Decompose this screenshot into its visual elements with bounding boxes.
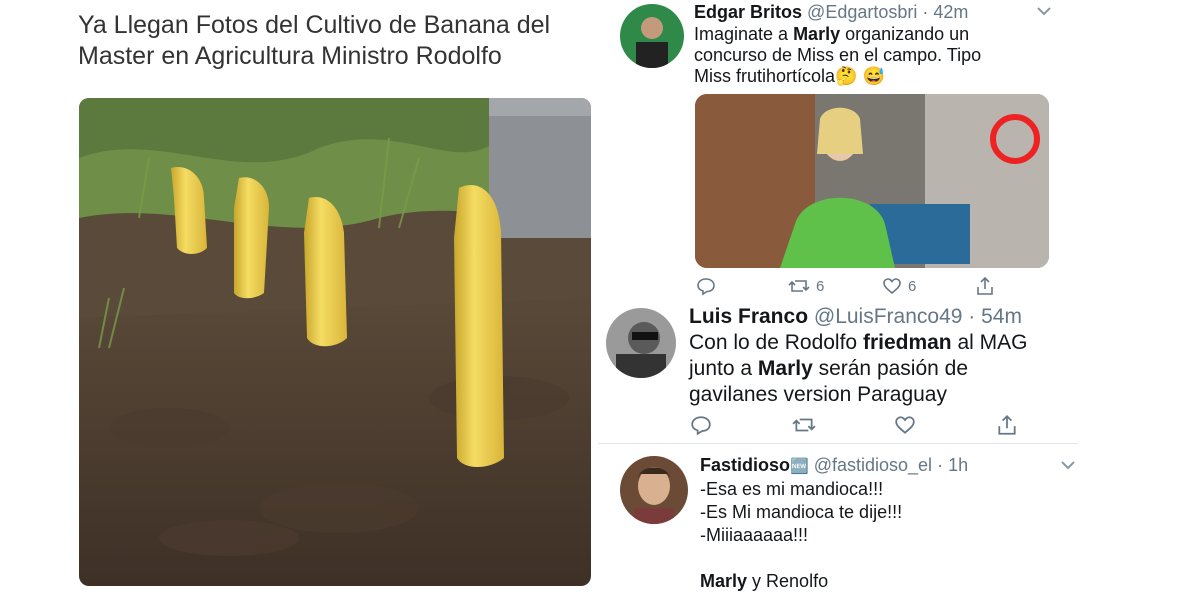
text: Imaginate a (694, 24, 794, 44)
text: -Miiiaaaaaa!!! (700, 525, 809, 545)
timestamp[interactable]: · 54m (968, 305, 1022, 328)
emoji: 🤔 😅 (835, 66, 885, 86)
text: y Renolfo (747, 571, 829, 591)
timestamp[interactable]: · 42m (922, 2, 968, 22)
meme-title-line1: Ya Llegan Fotos del Cultivo de Banana de… (78, 11, 551, 39)
timestamp[interactable]: · 1h (937, 455, 968, 475)
chevron-down-icon[interactable] (1060, 458, 1076, 474)
text: gavilanes version Paraguay (689, 383, 947, 406)
text: -Es Mi mandioca te dije!!! (700, 502, 903, 522)
text: organizando un (840, 24, 970, 44)
retweet-icon (792, 418, 816, 432)
text: junto a (689, 357, 758, 380)
like-icon (895, 416, 915, 434)
like-button[interactable]: 6 (882, 276, 916, 296)
banana-crop-photo (79, 98, 591, 586)
mention-bold: Marly (700, 571, 748, 591)
reply-icon (697, 278, 715, 296)
user-name[interactable]: Fastidioso (700, 455, 790, 475)
user-name[interactable]: Edgar Britos (694, 2, 802, 22)
tweet-text: Con lo de Rodolfo friedman al MAG junto … (689, 330, 1069, 408)
text: Con lo de Rodolfo (689, 331, 863, 354)
like-count: 6 (908, 277, 917, 295)
share-button[interactable] (996, 414, 1018, 436)
user-name[interactable]: Luis Franco (689, 305, 808, 328)
share-icon (977, 276, 993, 295)
avatar[interactable] (620, 4, 684, 68)
tweet-header: Fastidioso🆕 @fastidioso_el · 1h (700, 455, 968, 476)
new-badge: 🆕 (790, 458, 809, 475)
tweet-media-image[interactable] (695, 94, 1049, 268)
share-button[interactable] (975, 276, 995, 296)
reply-button[interactable] (696, 276, 716, 296)
retweet-button[interactable]: 6 (788, 276, 824, 296)
text: concurso de Miss en el campo. Tipo (694, 45, 982, 65)
avatar[interactable] (606, 308, 676, 378)
text: -Esa es mi mandioca!!! (700, 479, 884, 499)
like-icon (883, 278, 901, 295)
mention-bold: Marly (757, 357, 813, 380)
meme-title-line2: Master en Agricultura Ministro Rodolfo (78, 42, 502, 70)
divider (598, 443, 1078, 444)
text: al MAG (951, 331, 1028, 354)
reply-button[interactable] (690, 414, 712, 436)
chevron-down-icon[interactable] (1036, 4, 1052, 20)
share-icon (998, 414, 1016, 435)
retweet-count: 6 (816, 277, 825, 295)
user-handle[interactable]: @Edgartosbri (807, 2, 917, 22)
tweet-header: Edgar Britos @Edgartosbri · 42m (694, 2, 968, 23)
meme-title: Ya Llegan Fotos del Cultivo de Banana de… (78, 10, 598, 72)
retweet-button[interactable] (792, 414, 816, 436)
text: serán pasión de (812, 357, 969, 380)
mention-bold: Marly (793, 24, 841, 44)
reply-icon (691, 416, 711, 436)
avatar[interactable] (620, 456, 688, 524)
retweet-icon (788, 280, 810, 292)
tweet-header: Luis Franco @LuisFranco49 · 54m (689, 305, 1022, 329)
user-handle[interactable]: @fastidioso_el (814, 455, 932, 475)
text: Miss frutihortícola (694, 66, 836, 86)
mention-bold: friedman (862, 331, 952, 354)
tweet-text: -Esa es mi mandioca!!! -Es Mi mandioca t… (700, 478, 1060, 593)
user-handle[interactable]: @LuisFranco49 (814, 305, 963, 328)
tweet-text: Imaginate a Marly organizando un concurs… (694, 24, 1034, 87)
like-button[interactable] (894, 414, 916, 436)
